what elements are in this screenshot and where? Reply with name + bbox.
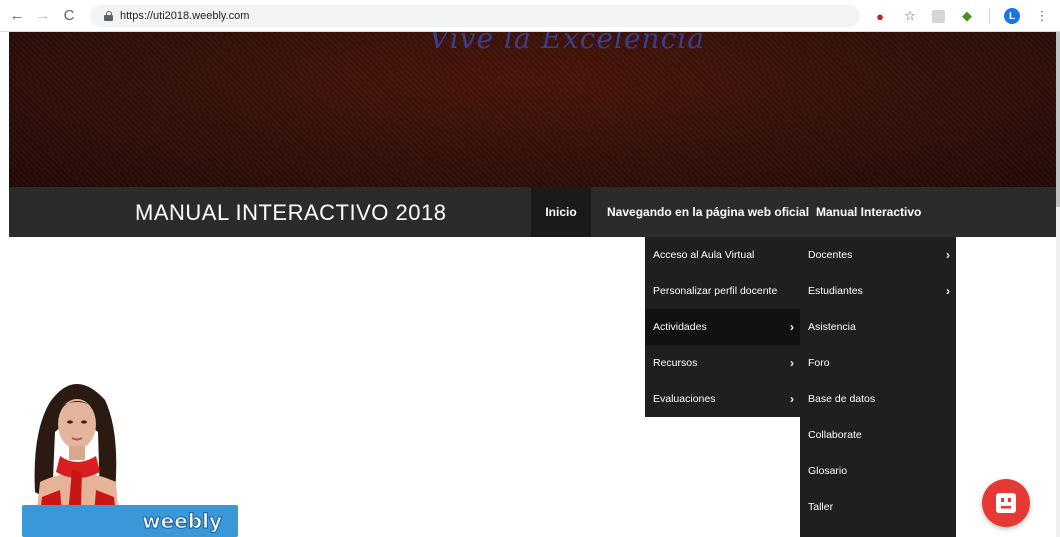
profile-avatar[interactable]: L	[1004, 8, 1020, 24]
submenu-item-collaborate[interactable]: Collaborate	[800, 417, 956, 453]
menu-item-label: Personalizar perfil docente	[653, 285, 778, 297]
menu-item-label: Acceso al Aula Virtual	[653, 249, 755, 261]
submenu-item-docentes[interactable]: Docentes ›	[800, 237, 956, 273]
extension-area: ● ☆ ◆ L ⋮	[872, 0, 1060, 32]
back-icon[interactable]: ←	[6, 5, 28, 27]
menu-item-label: Docentes	[808, 249, 853, 261]
url-text: https://uti2018.weebly.com	[120, 10, 250, 22]
menu-item-label: Collaborate	[808, 429, 862, 441]
chevron-right-icon: ›	[790, 320, 794, 334]
chevron-right-icon: ›	[946, 284, 950, 298]
submenu-item-taller[interactable]: Taller	[800, 489, 956, 525]
submenu-item-asistencia[interactable]: Asistencia	[800, 309, 956, 345]
chat-widget-button[interactable]	[982, 479, 1030, 527]
nav-item-navegando[interactable]: Navegando en la página web oficial	[591, 187, 825, 237]
menu-item-label: Actividades	[653, 321, 707, 333]
blocked-icon[interactable]: ●	[872, 8, 888, 24]
submenu-item-foro[interactable]: Foro	[800, 345, 956, 381]
menu-item-actividades[interactable]: Actividades ›	[645, 309, 800, 345]
bookmark-star-icon[interactable]: ☆	[902, 8, 918, 24]
divider	[989, 8, 990, 24]
menu-item-aula-virtual[interactable]: Acceso al Aula Virtual	[645, 237, 800, 273]
menu-kebab-icon[interactable]: ⋮	[1034, 8, 1050, 24]
submenu-item-base-de-datos[interactable]: Base de datos	[800, 381, 956, 417]
header-banner: Vive la Excelencia	[9, 32, 1056, 187]
menu-item-label: Base de datos	[808, 393, 876, 405]
dropdown-menu: Acceso al Aula Virtual Personalizar perf…	[645, 237, 800, 417]
menu-item-label: Estudiantes	[808, 285, 863, 297]
submenu-item-glosario[interactable]: Glosario	[800, 453, 956, 489]
reload-icon[interactable]: C	[58, 5, 80, 27]
menu-item-label: Taller	[808, 501, 834, 513]
chevron-right-icon: ›	[946, 248, 950, 262]
menu-item-label: Glosario	[808, 465, 848, 477]
submenu-actividades: Docentes › Estudiantes › Asistencia Foro B…	[800, 237, 956, 537]
menu-item-recursos[interactable]: Recursos ›	[645, 345, 800, 381]
chevron-right-icon: ›	[790, 392, 794, 406]
chevron-right-icon: ›	[790, 356, 794, 370]
extension-icon[interactable]	[932, 9, 945, 23]
nav-item-manual[interactable]: Manual Interactivo	[800, 187, 937, 237]
menu-item-label: Asistencia	[808, 321, 856, 333]
site-navbar: MANUAL INTERACTIVO 2018 Inicio Navegando…	[9, 187, 1056, 237]
menu-item-perfil-docente[interactable]: Personalizar perfil docente	[645, 273, 800, 309]
address-bar[interactable]: https://uti2018.weebly.com	[90, 5, 860, 27]
menu-item-label: Recursos	[653, 357, 698, 369]
chat-icon	[996, 493, 1016, 513]
menu-item-label: Evaluaciones	[653, 393, 716, 405]
scrollbar-thumb[interactable]	[1056, 32, 1060, 207]
weebly-logo-text: weebly	[142, 509, 223, 534]
menu-item-evaluaciones[interactable]: Evaluaciones ›	[645, 381, 800, 417]
nav-item-inicio[interactable]: Inicio	[531, 187, 591, 237]
weebly-badge[interactable]: weebly	[22, 505, 238, 537]
forward-icon[interactable]: →	[32, 5, 54, 27]
lock-icon	[104, 11, 113, 21]
banner-tagline: Vive la Excelencia	[429, 32, 705, 55]
submenu-item-estudiantes[interactable]: Estudiantes ›	[800, 273, 956, 309]
extension-green-icon[interactable]: ◆	[959, 8, 975, 24]
site-title[interactable]: MANUAL INTERACTIVO 2018	[135, 200, 446, 226]
browser-toolbar: ← → C https://uti2018.weebly.com ● ☆ ◆ L…	[0, 0, 1060, 32]
menu-item-label: Foro	[808, 357, 830, 369]
